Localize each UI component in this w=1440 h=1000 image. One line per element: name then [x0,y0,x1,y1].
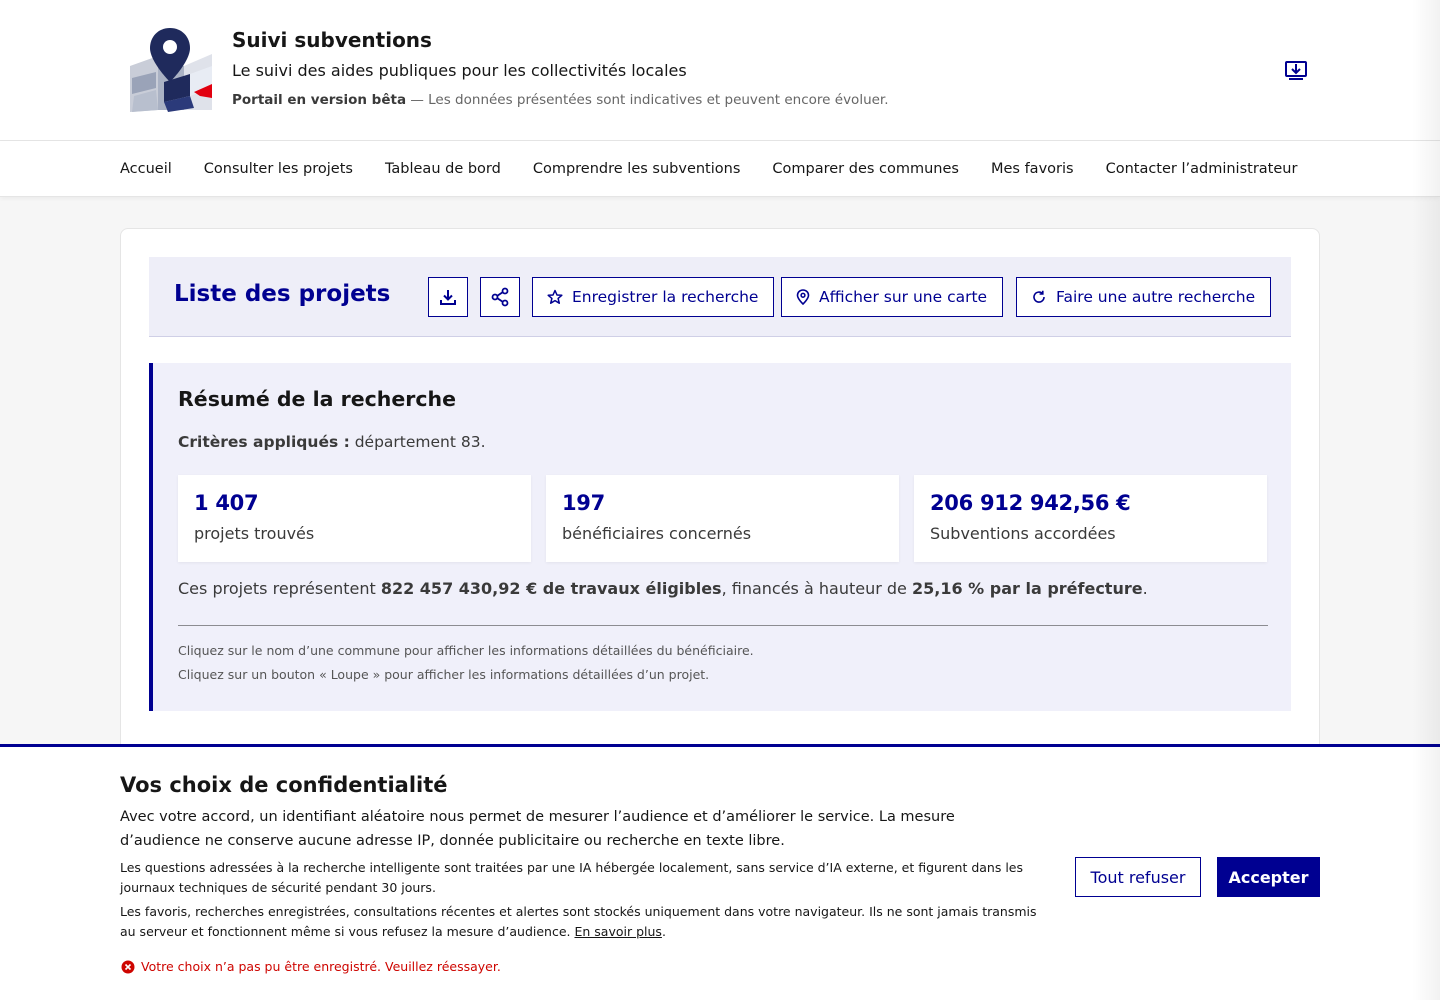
accept-button[interactable]: Accepter [1217,857,1320,897]
stat-label: projets trouvés [194,524,315,543]
projects-card: Liste des projets Enregistrer la recherc… [120,228,1320,788]
star-icon [547,289,563,304]
summary-title: Résumé de la recherche [178,387,457,411]
nav-list: Accueil Consulter les projets Tableau de… [120,141,1329,197]
search-summary: Résumé de la recherche Critères appliqué… [149,363,1291,711]
map-pin-icon [796,289,810,305]
stat-card-beneficiaries: 197 bénéficiaires concernés [546,475,899,562]
nav-item-consulter-projets[interactable]: Consulter les projets [204,161,353,177]
stat-label: Subventions accordées [930,524,1116,543]
show-map-label: Afficher sur une carte [819,288,988,306]
hint-commune: Cliquez sur le nom d’une commune pour af… [178,643,754,658]
consent-banner: Vos choix de confidentialité Avec votre … [0,744,1440,1000]
save-search-label: Enregistrer la recherche [572,288,759,306]
stat-value: 197 [562,491,605,515]
summary-middle: , financés à hauteur de [721,579,912,598]
summary-divider [178,625,1268,626]
learn-more-link[interactable]: En savoir plus [574,924,661,939]
beta-label: Portail en version bêta [232,92,407,108]
list-toolbar: Liste des projets Enregistrer la recherc… [149,257,1291,337]
install-app-button[interactable] [1282,56,1310,84]
download-icon [440,290,456,305]
stat-label: bénéficiaires concernés [562,524,752,543]
consent-title: Vos choix de confidentialité [120,773,448,797]
new-search-button[interactable]: Faire une autre recherche [1016,277,1272,317]
site-tagline: Le suivi des aides publiques pour les co… [232,61,687,80]
site-title[interactable]: Suivi subventions [232,28,432,52]
share-icon [491,287,509,307]
beta-notice: Portail en version bêta — Les données pr… [232,92,889,108]
site-header: Suivi subventions Le suivi des aides pub… [0,0,1440,141]
nav-item-accueil[interactable]: Accueil [120,161,172,177]
share-button[interactable] [480,277,520,317]
show-map-button[interactable]: Afficher sur une carte [781,277,1004,317]
learn-more-suffix: . [661,924,666,939]
consent-ai-note: Les questions adressées à la recherche i… [120,860,1024,895]
stat-value: 1 407 [194,491,259,515]
summary-sentence: Ces projets représentent 822 457 430,92 … [178,579,1148,598]
nav-item-tableau-de-bord[interactable]: Tableau de bord [385,161,501,177]
download-app-icon [1285,61,1307,80]
summary-prefix: Ces projets représentent [178,579,381,598]
hint-loupe: Cliquez sur un bouton « Loupe » pour aff… [178,667,710,682]
summary-suffix: . [1142,579,1148,598]
nav-item-comparer-communes[interactable]: Comparer des communes [772,161,959,177]
funding-rate: 25,16 % par la préfecture [911,579,1143,598]
main-nav: Accueil Consulter les projets Tableau de… [0,141,1440,197]
nav-item-mes-favoris[interactable]: Mes favoris [991,161,1074,177]
criteria-value: département 83. [349,433,486,451]
download-button[interactable] [428,277,468,317]
new-search-label: Faire une autre recherche [1056,288,1256,306]
consent-error: Votre choix n’a pas pu être enregistré. … [121,959,501,974]
criteria-label: Critères appliqués : [178,433,350,451]
consent-storage-note: Les favoris, recherches enregistrées, co… [120,902,1040,942]
stat-card-projects: 1 407 projets trouvés [178,475,531,562]
error-icon [121,960,135,973]
refresh-icon [1033,290,1045,303]
nav-item-comprendre-subventions[interactable]: Comprendre les subventions [533,161,741,177]
applied-criteria: Critères appliqués : département 83. [178,433,486,451]
consent-main-text: Avec votre accord, un identifiant aléato… [120,809,955,849]
stat-value: 206 912 942,56 € [930,491,1131,515]
beta-text: — Les données présentées sont indicative… [406,92,889,108]
nav-item-contacter-admin[interactable]: Contacter l’administrateur [1106,161,1298,177]
save-search-button[interactable]: Enregistrer la recherche [532,277,775,317]
refuse-all-button[interactable]: Tout refuser [1075,857,1201,897]
eligible-works-amount: 822 457 430,92 € de travaux éligibles [380,579,722,598]
consent-error-text: Votre choix n’a pas pu être enregistré. … [141,959,501,974]
map-pin-logo-icon[interactable] [120,26,216,114]
stat-card-subsidies: 206 912 942,56 € Subventions accordées [914,475,1267,562]
page-title: Liste des projets [174,281,391,307]
